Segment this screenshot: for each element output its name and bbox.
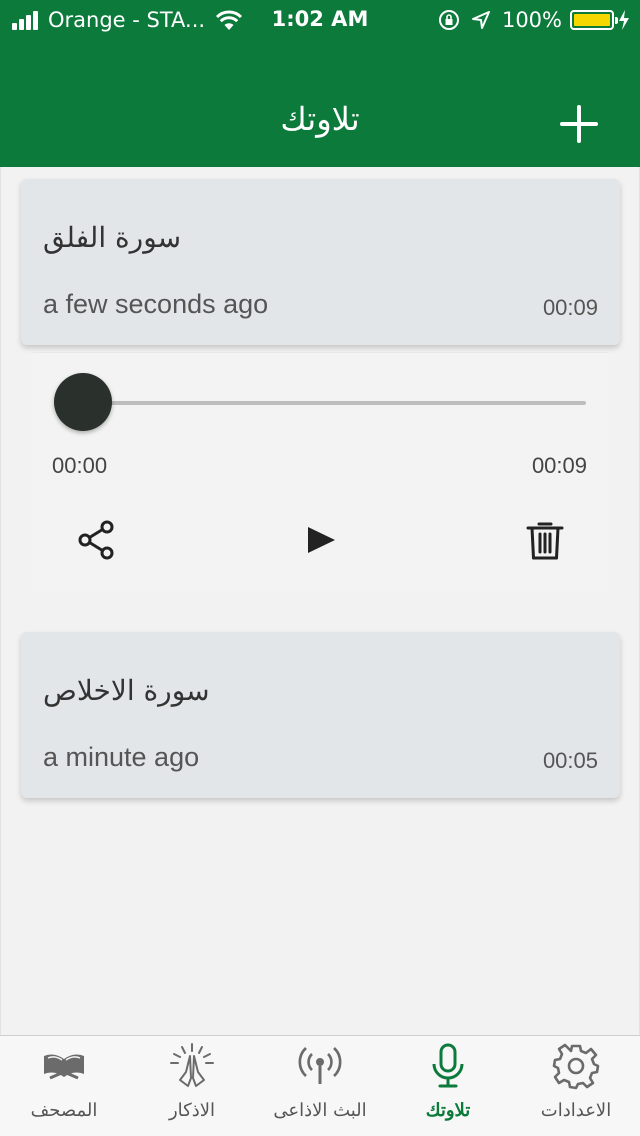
- play-icon: [308, 527, 335, 553]
- bottom-tab-bar: المصحف الاذكار البث الاذاعى تلاوتك الاعد…: [0, 1035, 640, 1136]
- playback-slider-thumb[interactable]: [54, 373, 112, 431]
- tab-mushaf[interactable]: المصحف: [0, 1036, 128, 1136]
- tab-label: الاعدادات: [540, 1100, 612, 1121]
- tab-radio[interactable]: البث الاذاعى: [256, 1036, 384, 1136]
- tab-label: تلاوتك: [425, 1100, 471, 1121]
- recording-time-ago: a minute ago: [43, 742, 200, 772]
- recording-card[interactable]: سورة الاخلاص a minute ago 00:05: [21, 632, 620, 798]
- audio-player: 00:00 00:09: [33, 352, 609, 592]
- page-title: تلاوتك: [280, 100, 360, 138]
- tab-azkar[interactable]: الاذكار: [128, 1036, 256, 1136]
- radio-broadcast-icon: [296, 1042, 344, 1090]
- recordings-list: سورة الفلق a few seconds ago 00:09 00:00…: [0, 167, 640, 1035]
- tab-label: الاذكار: [168, 1100, 216, 1121]
- status-right: 100%: [438, 8, 630, 32]
- app-header: Orange - STA... 1:02 AM 100% تلاوتك: [0, 0, 640, 167]
- charging-bolt-icon: [619, 10, 629, 30]
- microphone-icon: [424, 1042, 472, 1090]
- tab-label: المصحف: [30, 1100, 98, 1121]
- recording-time-ago: a few seconds ago: [43, 289, 269, 319]
- quran-book-icon: [40, 1042, 88, 1090]
- delete-button[interactable]: [523, 518, 567, 562]
- add-recording-button[interactable]: [558, 103, 600, 145]
- settings-gear-icon: [552, 1042, 600, 1090]
- recording-card[interactable]: سورة الفلق a few seconds ago 00:09: [21, 179, 620, 345]
- battery-icon: [570, 10, 618, 30]
- trash-icon: [526, 522, 564, 560]
- current-time: 00:00: [52, 453, 108, 478]
- total-time: 00:09: [531, 453, 587, 478]
- tab-settings[interactable]: الاعدادات: [512, 1036, 640, 1136]
- battery-percent: 100%: [501, 8, 562, 32]
- tab-tilawatak[interactable]: تلاوتك: [384, 1036, 512, 1136]
- playback-slider[interactable]: [83, 401, 586, 405]
- tab-label: البث الاذاعى: [273, 1100, 367, 1121]
- share-icon: [78, 520, 114, 560]
- share-button[interactable]: [75, 518, 119, 562]
- status-bar: Orange - STA... 1:02 AM 100%: [0, 0, 640, 40]
- play-button[interactable]: [299, 518, 343, 562]
- recording-title: سورة الاخلاص: [43, 674, 210, 707]
- recording-duration: 00:09: [542, 295, 598, 320]
- recording-duration: 00:05: [542, 748, 598, 773]
- orientation-lock-icon: [438, 10, 459, 30]
- location-arrow-icon: [471, 11, 490, 29]
- recording-title: سورة الفلق: [43, 221, 182, 254]
- praying-hands-icon: [168, 1042, 216, 1090]
